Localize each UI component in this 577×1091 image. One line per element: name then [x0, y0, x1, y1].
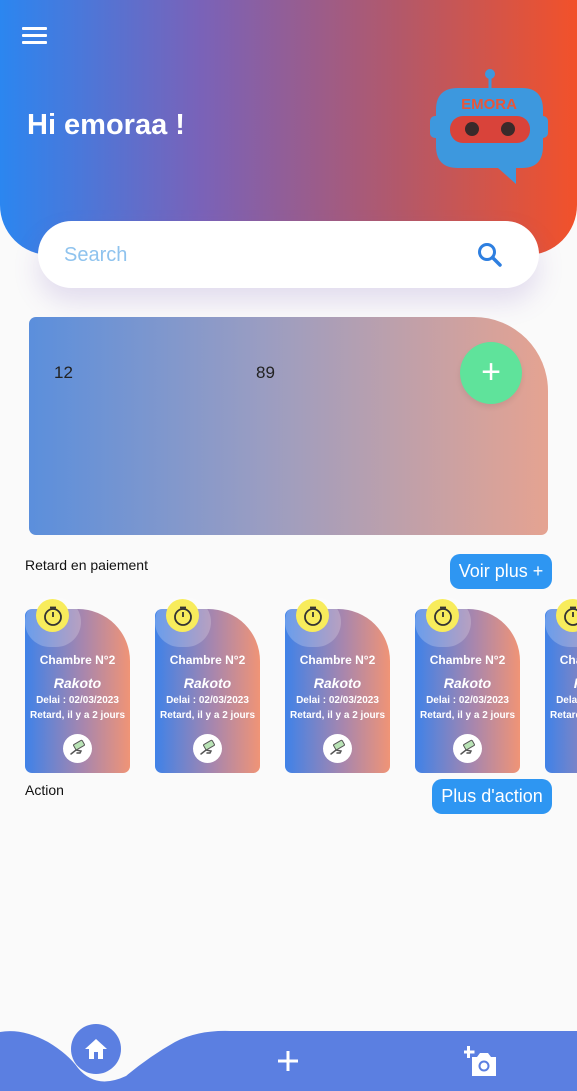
stats-card: 12 89 +: [29, 317, 548, 535]
payment-hand-icon[interactable]: [63, 734, 92, 763]
greeting: Hi emoraa !: [27, 109, 185, 141]
late-payment-card[interactable]: Chambre N°2 Rakoto Delai : 02/03/2023 Re…: [25, 597, 130, 773]
menu-icon[interactable]: [22, 25, 48, 45]
card-due-date: Delai : 02/03/2023: [36, 695, 119, 706]
add-photo-icon[interactable]: [464, 1046, 498, 1078]
timer-icon: [426, 599, 459, 632]
card-tenant-name: Rakoto: [53, 675, 102, 691]
stat-value-first: 12: [54, 363, 73, 382]
home-icon: [85, 1039, 107, 1059]
card-room: Chambre N°2: [169, 653, 246, 667]
card-late-status: Retard, il y a 2 jours: [289, 710, 386, 721]
card-late-status: Retard, il y a 2 jours: [29, 710, 126, 721]
add-button[interactable]: +: [460, 342, 522, 404]
late-payment-list: Chambre N°2 Rakoto Delai : 02/03/2023 Re…: [0, 597, 577, 777]
search-bar: [38, 221, 539, 288]
card-room: Chambre N°2: [39, 653, 116, 667]
card-due-date: Delai : 02/03/2023: [426, 695, 509, 706]
card-room: Chambre N°2: [299, 653, 376, 667]
see-more-button[interactable]: Voir plus +: [450, 554, 552, 589]
header: Hi emoraa ! EMORA: [0, 0, 577, 255]
card-tenant-name: Rakoto: [545, 675, 577, 691]
card-due-date: Delai : 02/03/2023: [556, 695, 577, 706]
timer-icon: [166, 599, 199, 632]
card-tenant-name: Rakoto: [313, 675, 362, 691]
card-late-status: Retard, il y a 2 jours: [549, 710, 577, 721]
add-nav-icon[interactable]: [274, 1047, 302, 1075]
card-due-date: Delai : 02/03/2023: [166, 695, 249, 706]
card-late-status: Retard, il y a 2 jours: [159, 710, 256, 721]
timer-icon: [296, 599, 329, 632]
emora-robot-logo: EMORA: [430, 69, 548, 184]
late-payment-card[interactable]: Chambre N°2 Rakoto Delai : 02/03/2023 Re…: [415, 597, 520, 773]
late-payment-card[interactable]: Chambre N°2 Rakoto Delai : 02/03/2023 Re…: [155, 597, 260, 773]
payment-hand-icon[interactable]: [453, 734, 482, 763]
search-icon[interactable]: [476, 241, 504, 269]
card-room: Chambre N°2: [429, 653, 506, 667]
payment-hand-icon[interactable]: [193, 734, 222, 763]
card-due-date: Delai : 02/03/2023: [296, 695, 379, 706]
svg-text:EMORA: EMORA: [461, 96, 517, 113]
card-tenant-name: Rakoto: [443, 675, 492, 691]
payment-hand-icon[interactable]: [323, 734, 352, 763]
more-actions-button[interactable]: Plus d'action: [432, 779, 552, 814]
card-tenant-name: Rakoto: [183, 675, 232, 691]
search-input[interactable]: [62, 237, 466, 273]
late-payments-title: Retard en paiement: [25, 557, 148, 573]
late-payment-card[interactable]: Chambre N°2 Rakoto Delai : 02/03/2023 Re…: [545, 597, 577, 773]
timer-icon: [36, 599, 69, 632]
card-late-status: Retard, il y a 2 jours: [419, 710, 516, 721]
stat-value-second: 89: [256, 363, 275, 382]
card-room: Chambre N°2: [559, 653, 577, 667]
late-payment-card[interactable]: Chambre N°2 Rakoto Delai : 02/03/2023 Re…: [285, 597, 390, 773]
home-nav-button[interactable]: [71, 1024, 121, 1074]
actions-title: Action: [25, 782, 64, 798]
